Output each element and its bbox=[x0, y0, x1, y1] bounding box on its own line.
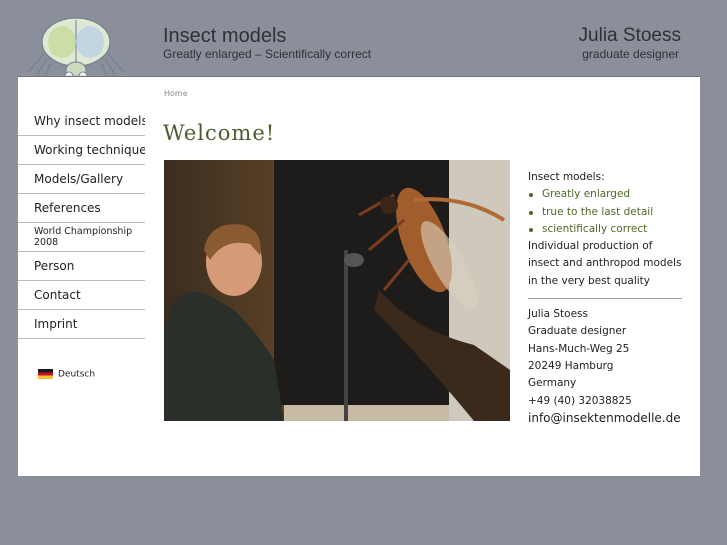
contact-city: 20249 Hamburg bbox=[528, 359, 614, 372]
list-item: Greatly enlarged bbox=[528, 186, 682, 203]
german-flag-icon bbox=[38, 369, 53, 379]
contact-country: Germany bbox=[528, 377, 577, 390]
page-title: Welcome! bbox=[163, 121, 276, 145]
nav-item-person[interactable]: Person bbox=[18, 252, 145, 281]
language-switch[interactable]: Deutsch bbox=[38, 369, 95, 380]
hero-photo bbox=[164, 160, 510, 421]
feature-list: Greatly enlarged true to the last detail… bbox=[528, 186, 682, 238]
site-title: Insect models bbox=[163, 25, 287, 47]
nav-item-models-gallery[interactable]: Models/Gallery bbox=[18, 165, 145, 194]
nav-item-world-championship[interactable]: World Championship 2008 bbox=[18, 223, 145, 252]
content-panel: Why insect models? Working technique Mod… bbox=[18, 76, 700, 476]
divider bbox=[528, 298, 682, 300]
description-text: Individual production of insect and anth… bbox=[528, 240, 682, 287]
nav-item-references[interactable]: References bbox=[18, 194, 145, 223]
list-item: true to the last detail bbox=[528, 204, 682, 221]
breadcrumb-home[interactable]: Home bbox=[164, 89, 188, 98]
nav-item-imprint[interactable]: Imprint bbox=[18, 310, 145, 339]
contact-name: Julia Stoess bbox=[528, 308, 588, 321]
list-item: scientifically correct bbox=[528, 221, 682, 238]
contact-phone: +49 (40) 32038825 bbox=[528, 394, 632, 407]
site-subtitle: Greatly enlarged – Scientifically correc… bbox=[163, 47, 372, 61]
info-panel: Insect models: Greatly enlarged true to … bbox=[528, 169, 682, 428]
language-label: Deutsch bbox=[58, 369, 96, 380]
contact-street: Hans-Much-Weg 25 bbox=[528, 342, 630, 355]
main-nav: Why insect models? Working technique Mod… bbox=[18, 107, 145, 339]
boy-insect-photo-icon bbox=[164, 160, 510, 421]
contact-role: Graduate designer bbox=[528, 325, 627, 338]
nav-item-why-insect-models[interactable]: Why insect models? bbox=[18, 107, 145, 136]
nav-item-working-technique[interactable]: Working technique bbox=[18, 136, 145, 165]
contact-email-link[interactable]: info@insektenmodelle.de bbox=[528, 411, 681, 425]
author-role: graduate designer bbox=[582, 47, 679, 61]
nav-item-contact[interactable]: Contact bbox=[18, 281, 145, 310]
intro-text: Insect models: bbox=[528, 171, 605, 183]
author-name: Julia Stoess bbox=[578, 25, 681, 46]
